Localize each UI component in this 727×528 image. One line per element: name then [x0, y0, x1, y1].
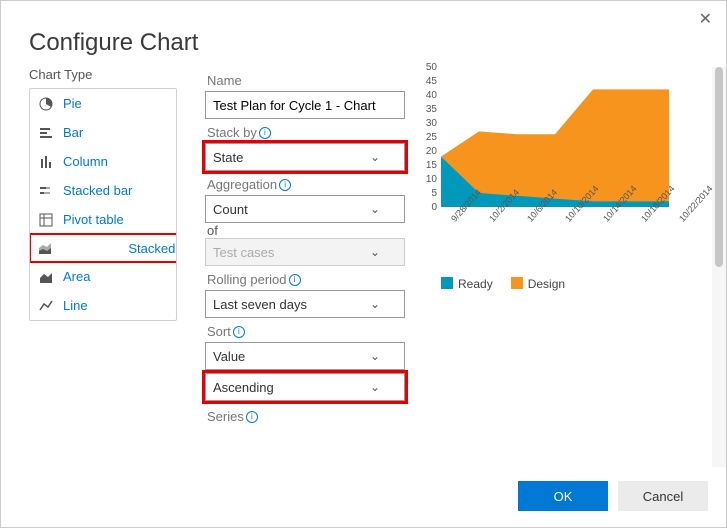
chevron-down-icon: ⌄ [370, 297, 380, 311]
chart-type-label: Pivot table [63, 212, 124, 227]
series-label: Seriesi [207, 409, 397, 424]
chart-type-sidebar: Chart Type Pie Bar Column Stacked bar Pivot … [29, 67, 177, 477]
stacked-bar-icon [39, 184, 53, 198]
chart-type-label: Line [63, 298, 88, 313]
rolling-period-select[interactable]: Last seven days⌄ [205, 290, 405, 318]
scrollbar[interactable] [712, 67, 726, 467]
line-icon [39, 299, 53, 313]
chart-type-label: Bar [63, 125, 83, 140]
cancel-button[interactable]: Cancel [618, 481, 708, 511]
sort-label: Sorti [207, 324, 397, 339]
chevron-down-icon: ⌄ [370, 349, 380, 363]
x-axis: 9/28/201410/2/201410/6/201410/10/201410/… [441, 209, 669, 269]
stack-by-label: Stack byi [207, 125, 397, 140]
info-icon[interactable]: i [279, 179, 291, 191]
chart-preview-pane: 05101520253035404550 9/28/201410/2/20141… [409, 67, 726, 477]
column-icon [39, 155, 53, 169]
chart-type-pivot-table[interactable]: Pivot table [30, 205, 176, 234]
chart-legend: Ready Design [441, 277, 565, 291]
info-icon[interactable]: i [259, 127, 271, 139]
ok-button[interactable]: OK [518, 481, 608, 511]
chart-type-label: Stacked bar [63, 183, 132, 198]
chart-type-line[interactable]: Line [30, 291, 176, 320]
chevron-down-icon: ⌄ [370, 245, 380, 259]
stack-by-select[interactable]: State⌄ [205, 143, 405, 171]
configure-chart-dialog: ✕ Configure Chart Chart Type Pie Bar Colum… [0, 0, 727, 528]
chart-type-label: Stacked area [128, 241, 177, 256]
chart-type-label: Chart Type [29, 67, 177, 82]
name-label: Name [207, 73, 397, 88]
chart-type-area[interactable]: Area [30, 262, 176, 291]
aggregation-select[interactable]: Count⌄ [205, 195, 405, 223]
sort-value-select[interactable]: Value⌄ [205, 342, 405, 370]
chart-type-label: Column [63, 154, 108, 169]
legend-design: Design [511, 277, 565, 291]
pivot-table-icon [39, 213, 53, 227]
chart-type-list: Pie Bar Column Stacked bar Pivot table Stacke… [29, 88, 177, 321]
of-select: Test cases⌄ [205, 238, 405, 266]
chart-type-stacked-bar[interactable]: Stacked bar [30, 176, 176, 205]
chevron-down-icon: ⌄ [370, 380, 380, 394]
area-icon [39, 270, 53, 284]
stacked-area-chart: 05101520253035404550 9/28/201410/2/20141… [413, 67, 669, 287]
legend-ready: Ready [441, 277, 493, 291]
pie-icon [39, 97, 53, 111]
of-label: of [207, 223, 397, 238]
chart-type-label: Area [63, 269, 90, 284]
bar-icon [39, 126, 53, 140]
dialog-title: Configure Chart [1, 1, 726, 57]
sort-direction-select[interactable]: Ascending⌄ [205, 373, 405, 401]
y-axis: 05101520253035404550 [413, 67, 439, 207]
chevron-down-icon: ⌄ [370, 150, 380, 164]
chart-type-column[interactable]: Column [30, 147, 176, 176]
chart-type-stacked-area[interactable]: Stacked area [30, 234, 177, 262]
name-input[interactable] [205, 91, 405, 119]
chevron-down-icon: ⌄ [370, 202, 380, 216]
rolling-period-label: Rolling periodi [207, 272, 397, 287]
info-icon[interactable]: i [233, 326, 245, 338]
chart-type-label: Pie [63, 96, 82, 111]
info-icon[interactable]: i [289, 274, 301, 286]
config-form: Name Stack byi State⌄ Aggregationi Count… [177, 67, 409, 467]
aggregation-label: Aggregationi [207, 177, 397, 192]
close-icon[interactable]: ✕ [699, 9, 712, 29]
chart-type-bar[interactable]: Bar [30, 118, 176, 147]
info-icon[interactable]: i [246, 411, 258, 423]
stacked-area-icon [38, 241, 52, 255]
chart-type-pie[interactable]: Pie [30, 89, 176, 118]
